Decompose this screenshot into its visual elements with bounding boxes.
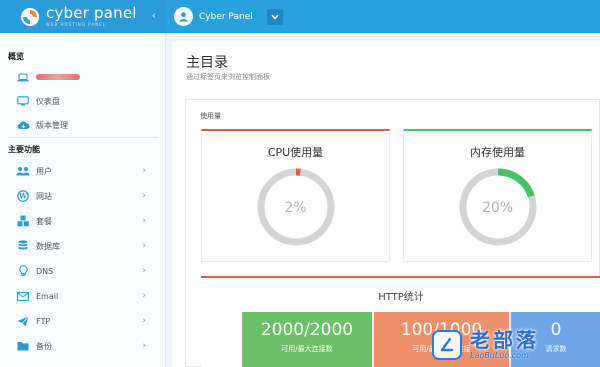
watermark-text-cn: 老部落 (470, 328, 539, 352)
chevron-right-icon: › (142, 316, 146, 326)
chevron-right-icon: › (142, 166, 146, 176)
cyberpanel-logo-icon (21, 7, 39, 26)
cpu-usage-title: CPU使用量 (267, 146, 324, 159)
sidebar: 概览 仪表盘 版本管理 主要功能 用户 › W 网站 › 套餐 › 数据库 › … (0, 33, 166, 367)
stat-value: 2000/2000 (260, 320, 354, 340)
cloud-icon (16, 119, 30, 131)
sidebar-item-label: 仪表盘 (36, 96, 60, 106)
bulb-icon (16, 265, 30, 277)
watermark-text-en: LaoBuLuo.com (470, 351, 529, 360)
sidebar-section-main: 主要功能 (8, 145, 40, 154)
sidebar-item-label: 备份 (36, 341, 52, 351)
http-stats-title: HTTP统计 (378, 292, 424, 303)
sidebar-item-dashboard[interactable]: 仪表盘 (0, 91, 166, 111)
sidebar-item-websites[interactable]: W 网站 › (0, 186, 166, 206)
sidebar-item-label: DNS (36, 266, 54, 276)
cpu-usage-percent: 2% (284, 200, 307, 216)
sidebar-item-database[interactable]: 数据库 › (0, 236, 166, 256)
monitor-icon (16, 95, 30, 107)
sidebar-item-version[interactable]: 版本管理 (0, 115, 166, 135)
user-icon (179, 12, 188, 22)
wordpress-icon: W (16, 190, 30, 202)
chevron-down-icon (271, 14, 279, 20)
main-content: 主目录 通过标签页来浏览控制面板 使用量 CPU使用量 2% 内存使用量 20%… (172, 41, 600, 367)
chevron-right-icon: › (142, 341, 146, 351)
sidebar-item-label: 网站 (36, 191, 52, 201)
avatar[interactable] (174, 7, 193, 26)
watermark-logo-icon (432, 329, 462, 360)
sidebar-item-label: Email (36, 291, 59, 301)
chevron-right-icon: › (142, 291, 146, 301)
cubes-icon (16, 215, 30, 227)
redacted-username (36, 74, 80, 80)
memory-usage-card: 内存使用量 20% (403, 129, 592, 262)
envelope-icon (16, 290, 30, 302)
usage-label: 使用量 (200, 112, 221, 120)
sidebar-item-label: 套餐 (36, 216, 52, 226)
username[interactable]: Cyber Panel (199, 12, 253, 22)
chevron-right-icon: › (142, 266, 146, 276)
sidebar-item-account[interactable] (0, 67, 166, 87)
page-title: 主目录 (186, 55, 228, 71)
user-dropdown-button[interactable] (266, 8, 283, 25)
sidebar-collapse-icon[interactable]: ‹ (152, 9, 156, 22)
database-icon (16, 240, 30, 252)
paper-plane-icon (16, 315, 30, 327)
sidebar-item-label: 数据库 (36, 241, 60, 251)
brand-subtitle: WEB HOSTING PANEL (46, 22, 106, 27)
laptop-icon (16, 71, 30, 83)
top-bar: cyber panel WEB HOSTING PANEL ‹ Cyber Pa… (0, 0, 600, 33)
svg-text:W: W (18, 192, 27, 201)
page-subtitle: 通过标签页来浏览控制面板 (186, 73, 270, 81)
stat-caption: 可用/最大连接数 (281, 345, 333, 353)
chevron-right-icon: › (142, 216, 146, 226)
sidebar-item-label: 用户 (36, 166, 52, 176)
sidebar-item-label: 版本管理 (36, 120, 68, 130)
sidebar-item-dns[interactable]: DNS › (0, 261, 166, 281)
stat-max-connections: 2000/2000 可用/最大连接数 (242, 312, 372, 367)
cpu-usage-card: CPU使用量 2% (201, 129, 390, 262)
sidebar-item-label: FTP (36, 316, 51, 326)
sidebar-item-users[interactable]: 用户 › (0, 161, 166, 181)
sidebar-divider (8, 137, 158, 138)
brand-name: cyber panel (46, 4, 137, 22)
memory-usage-percent: 20% (481, 200, 514, 216)
users-icon (16, 165, 30, 177)
header: Cyber Panel (166, 0, 600, 33)
brand-area: cyber panel WEB HOSTING PANEL ‹ (0, 0, 166, 33)
watermark: 老部落 LaoBuLuo.com (432, 322, 600, 367)
sidebar-item-email[interactable]: Email › (0, 286, 166, 306)
sidebar-item-packages[interactable]: 套餐 › (0, 211, 166, 231)
memory-usage-title: 内存使用量 (470, 146, 525, 159)
chevron-right-icon: › (142, 241, 146, 251)
sidebar-item-backup[interactable]: 备份 › (0, 336, 166, 356)
sidebar-section-overview: 概览 (8, 52, 24, 61)
chevron-right-icon: › (142, 191, 146, 201)
folder-icon (16, 340, 30, 352)
sidebar-item-ftp[interactable]: FTP › (0, 311, 166, 331)
